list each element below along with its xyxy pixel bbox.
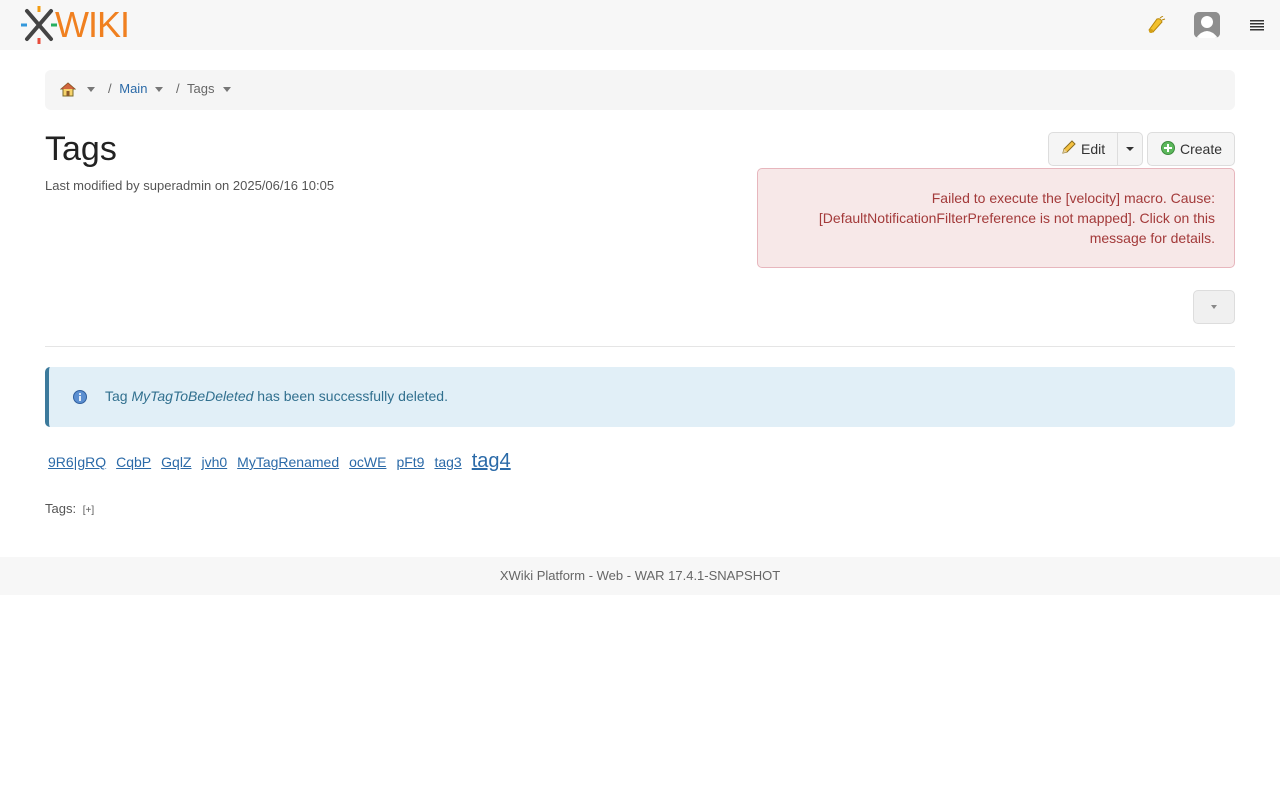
breadcrumb-home[interactable]	[59, 70, 77, 110]
breadcrumb-separator: /	[108, 81, 112, 96]
add-icon	[1161, 140, 1175, 158]
breadcrumb-link-main[interactable]: Main	[119, 81, 147, 96]
chevron-down-icon	[87, 87, 95, 93]
logo-text: WIKI	[55, 4, 130, 45]
breadcrumb-item-tags: / Tags	[176, 70, 214, 110]
add-tag-button[interactable]: [+]	[83, 505, 94, 516]
tag-cloud-link[interactable]: jvh0	[201, 454, 227, 470]
tag-cloud-link[interactable]: ocWE	[349, 454, 386, 470]
info-text: Tag MyTagToBeDeleted has been successful…	[105, 388, 448, 404]
home-icon	[59, 82, 77, 97]
chevron-down-icon	[223, 87, 231, 93]
tag-cloud-link[interactable]: tag4	[472, 450, 511, 473]
more-actions-button[interactable]	[1193, 290, 1235, 324]
last-modified-info: Last modified by superadmin on 2025/06/1…	[45, 178, 335, 193]
deleted-tag-name: MyTagToBeDeleted	[131, 388, 254, 404]
xwiki-logo[interactable]: WIKI	[21, 4, 130, 45]
info-suffix: has been successfully deleted.	[257, 388, 448, 404]
edit-menu-toggle[interactable]	[1117, 132, 1143, 166]
footer: XWiki Platform - Web - WAR 17.4.1-SNAPSH…	[0, 557, 1280, 595]
content-divider	[45, 346, 1235, 347]
tag-cloud-link[interactable]: pFt9	[396, 454, 424, 470]
tag-cloud-link[interactable]: GqlZ	[161, 454, 191, 470]
edit-button[interactable]: Edit	[1048, 132, 1118, 166]
edit-button-label: Edit	[1081, 141, 1106, 157]
tags-label: Tags:	[45, 501, 77, 516]
breadcrumb-main-dropdown[interactable]	[155, 70, 163, 110]
tag-cloud-link[interactable]: MyTagRenamed	[237, 454, 339, 470]
breadcrumb-home-dropdown[interactable]	[87, 70, 95, 110]
page-tags: Tags: [+]	[45, 501, 94, 516]
tag-cloud-link[interactable]: tag3	[434, 454, 461, 470]
chevron-down-icon	[155, 87, 163, 93]
tag-cloud-link[interactable]: CqbP	[116, 454, 151, 470]
notifications-icon[interactable]	[1146, 15, 1166, 37]
top-navbar: WIKI	[0, 0, 1280, 50]
info-message: Tag MyTagToBeDeleted has been successful…	[45, 367, 1235, 427]
user-avatar-icon[interactable]	[1194, 12, 1220, 38]
macro-error-message[interactable]: Failed to execute the [velocity] macro. …	[757, 168, 1235, 268]
breadcrumb-current-tags: Tags	[187, 81, 215, 96]
breadcrumb-item-main: / Main	[108, 70, 147, 110]
caret-down-icon	[1126, 147, 1134, 151]
breadcrumb: / Main / Tags	[45, 70, 1235, 110]
create-button-label: Create	[1180, 141, 1223, 157]
breadcrumb-separator: /	[176, 81, 180, 96]
info-icon	[73, 390, 87, 407]
info-prefix: Tag	[105, 388, 128, 404]
tag-cloud-link[interactable]: 9R6|gRQ	[48, 454, 106, 470]
xwiki-logo-mark-icon	[21, 6, 57, 44]
chevron-down-icon	[1211, 305, 1217, 309]
create-button[interactable]: Create	[1147, 132, 1235, 166]
tag-cloud: 9R6|gRQ CqbP GqlZ jvh0 MyTagRenamed ocWE…	[48, 450, 521, 480]
breadcrumb-tags-dropdown[interactable]	[223, 70, 231, 110]
menu-icon[interactable]	[1250, 19, 1264, 35]
pencil-icon	[1061, 140, 1076, 158]
page-title: Tags	[45, 130, 117, 168]
